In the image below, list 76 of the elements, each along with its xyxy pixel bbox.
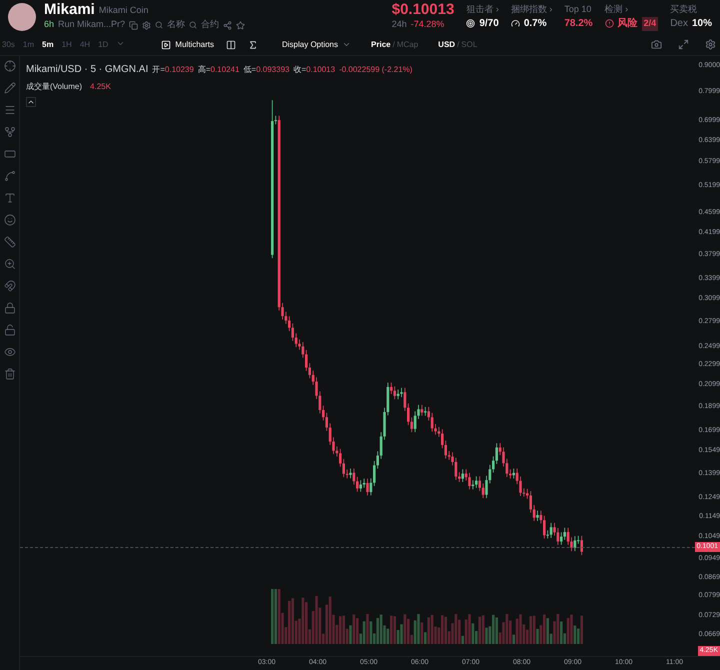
ohlc-value: 高=0.10241 <box>198 64 240 76</box>
trash-icon[interactable] <box>4 368 16 380</box>
collapse-icon[interactable] <box>26 97 36 107</box>
currency-toggle[interactable]: SOL <box>461 38 478 50</box>
price-change: -74.28% <box>410 18 444 32</box>
separator-slash: / <box>392 38 395 50</box>
separator-slash: / <box>457 38 460 50</box>
volume-value: 4.25K <box>90 81 111 93</box>
indicator-icon[interactable] <box>226 40 236 50</box>
stat-value: 0.7% <box>524 17 547 32</box>
multicharts-icon[interactable] <box>161 40 172 50</box>
alert-icon <box>604 19 614 28</box>
interval-tab[interactable]: 4H <box>80 38 90 50</box>
interval-tab[interactable]: 30s <box>2 38 15 50</box>
curve-icon[interactable] <box>4 170 16 182</box>
ohlc-value: 低=0.093393 <box>243 64 290 76</box>
zoom-icon[interactable] <box>4 258 16 270</box>
volume-label: 成交量(Volume) <box>26 81 82 93</box>
crosshair-icon[interactable] <box>4 60 16 72</box>
stat-value: 78.2% <box>564 17 593 32</box>
stat-value: 10% <box>692 17 712 32</box>
rectangle-icon[interactable] <box>4 148 16 160</box>
interval-tab[interactable]: 5m <box>42 38 54 50</box>
interval-tab[interactable]: 1H <box>62 38 72 50</box>
token-full-name: Mikami Coin <box>98 4 148 16</box>
lock-icon[interactable] <box>4 302 16 314</box>
ruler-icon[interactable] <box>4 236 16 248</box>
period-label: 24h <box>392 18 407 32</box>
copy-icon[interactable] <box>129 20 138 30</box>
share-icon[interactable] <box>223 20 232 30</box>
stat-label[interactable]: 捆绑指数 › <box>510 2 552 16</box>
eye-icon[interactable] <box>4 346 16 358</box>
camera-icon[interactable] <box>651 39 662 50</box>
ohlc-value: 收=0.10013 <box>293 64 336 76</box>
token-tag: Run Mikam...Pr? <box>58 18 126 32</box>
stat-prefix: Dex <box>670 17 688 32</box>
settings-icon[interactable] <box>142 20 152 30</box>
text-icon[interactable] <box>4 192 16 204</box>
change-value: -0.0022599 (-2.21%) <box>339 64 412 76</box>
symbol-title: Mikami/USD · 5 · GMGN.AI <box>26 63 148 77</box>
gauge-icon <box>510 19 520 28</box>
target-icon <box>466 19 476 28</box>
stat-label[interactable]: Top 10 <box>564 2 593 16</box>
token-age: 6h <box>44 18 54 32</box>
current-price: $0.10013 <box>392 2 454 18</box>
interval-tab[interactable]: 1m <box>22 38 34 50</box>
ohlc-value: 开=0.10239 <box>152 64 194 76</box>
price-mode-toggle[interactable]: Price <box>371 38 391 50</box>
stat-label[interactable]: 买卖税 <box>670 2 712 16</box>
star-icon[interactable] <box>236 20 246 30</box>
magnet-icon[interactable] <box>4 280 16 292</box>
token-name: Mikami <box>44 2 95 18</box>
lines-icon[interactable] <box>4 104 16 116</box>
emoji-icon[interactable] <box>4 214 16 226</box>
search-link[interactable]: 名称 <box>167 18 186 32</box>
price-mode-toggle[interactable]: MCap <box>396 38 418 50</box>
stat-label[interactable]: 狙击者 › <box>466 2 499 16</box>
display-options-button[interactable]: Display Options <box>282 38 338 50</box>
stat-value: 风险 <box>618 16 638 32</box>
search-icon[interactable] <box>155 21 164 29</box>
interval-tab[interactable]: 1D <box>98 38 108 50</box>
chevron-icon[interactable] <box>342 40 352 49</box>
stat-badge: 2/4 <box>642 17 658 30</box>
function-icon[interactable] <box>248 40 258 50</box>
pattern-icon[interactable] <box>4 126 16 138</box>
stat-value: 9/70 <box>479 17 499 32</box>
multicharts-button[interactable]: Multicharts <box>175 38 214 50</box>
avatar <box>8 3 36 31</box>
unlock-icon[interactable] <box>4 324 16 336</box>
pencil-icon[interactable] <box>4 82 16 94</box>
stat-label[interactable]: 检测 › <box>604 2 658 16</box>
search-icon[interactable] <box>189 21 198 29</box>
search-link[interactable]: 合约 <box>201 18 220 32</box>
fullscreen-icon[interactable] <box>678 39 689 50</box>
settings-icon[interactable] <box>705 39 716 50</box>
currency-toggle[interactable]: USD <box>438 38 456 50</box>
